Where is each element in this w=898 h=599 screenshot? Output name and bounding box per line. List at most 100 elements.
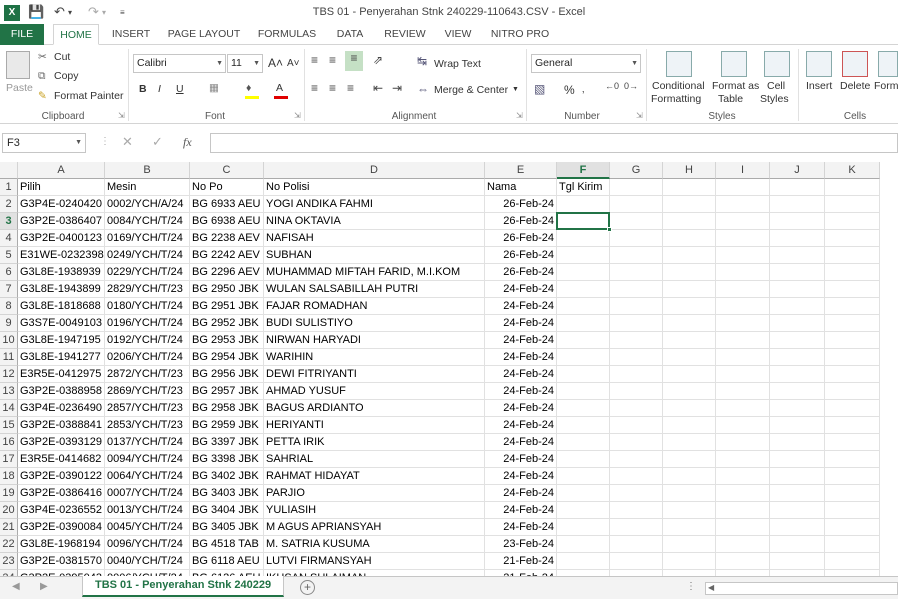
- align-top-icon[interactable]: ≡: [311, 53, 318, 67]
- cell-i3[interactable]: [716, 213, 770, 230]
- cell-b15[interactable]: 2853/YCH/T/23: [105, 417, 190, 434]
- cell-a12[interactable]: E3R5E-0412975: [18, 366, 105, 383]
- cell-e6[interactable]: 26-Feb-24: [485, 264, 557, 281]
- cell-h1[interactable]: [663, 179, 716, 196]
- cell-d22[interactable]: M. SATRIA KUSUMA: [264, 536, 485, 553]
- cell-c7[interactable]: BG 2950 JBK: [190, 281, 264, 298]
- row-header[interactable]: 16: [0, 434, 18, 451]
- cell-e13[interactable]: 24-Feb-24: [485, 383, 557, 400]
- cell-b14[interactable]: 2857/YCH/T/23: [105, 400, 190, 417]
- align-left-icon[interactable]: ≡: [311, 81, 318, 95]
- cell-j20[interactable]: [770, 502, 825, 519]
- cell-b10[interactable]: 0192/YCH/T/24: [105, 332, 190, 349]
- cancel-icon[interactable]: ✕: [122, 134, 133, 150]
- cell-f15[interactable]: [557, 417, 610, 434]
- cell-k18[interactable]: [825, 468, 880, 485]
- align-center-icon[interactable]: ≡: [329, 81, 336, 95]
- cell-f21[interactable]: [557, 519, 610, 536]
- cell-d19[interactable]: PARJIO: [264, 485, 485, 502]
- cell-j9[interactable]: [770, 315, 825, 332]
- insert-function-button[interactable]: fx: [183, 135, 192, 150]
- cell-e4[interactable]: 26-Feb-24: [485, 230, 557, 247]
- cell-h11[interactable]: [663, 349, 716, 366]
- row-header[interactable]: 14: [0, 400, 18, 417]
- format-as-table-line1[interactable]: Format as: [712, 80, 759, 92]
- cell-j8[interactable]: [770, 298, 825, 315]
- cell-k8[interactable]: [825, 298, 880, 315]
- cell-i10[interactable]: [716, 332, 770, 349]
- cell-g6[interactable]: [610, 264, 663, 281]
- cell-d11[interactable]: WARIHIN: [264, 349, 485, 366]
- tab-review[interactable]: REVIEW: [380, 24, 430, 45]
- wrap-text-icon[interactable]: ↹: [417, 54, 427, 68]
- cell-styles-line2[interactable]: Styles: [760, 93, 789, 105]
- cell-b1[interactable]: Mesin: [105, 179, 190, 196]
- cell-g23[interactable]: [610, 553, 663, 570]
- align-middle-icon[interactable]: ≡: [329, 53, 336, 67]
- cell-b12[interactable]: 2872/YCH/T/23: [105, 366, 190, 383]
- column-header-k[interactable]: K: [825, 162, 880, 179]
- cell-e17[interactable]: 24-Feb-24: [485, 451, 557, 468]
- font-name-select[interactable]: Calibri ▼: [133, 54, 226, 73]
- cell-d9[interactable]: BUDI SULISTIYO: [264, 315, 485, 332]
- conditional-button-line2[interactable]: Formatting: [651, 93, 701, 105]
- decrease-decimal-icon[interactable]: 0→: [624, 81, 638, 91]
- column-header-h[interactable]: H: [663, 162, 716, 179]
- cell-d4[interactable]: NAFISAH: [264, 230, 485, 247]
- row-header[interactable]: 11: [0, 349, 18, 366]
- cell-e19[interactable]: 24-Feb-24: [485, 485, 557, 502]
- cell-i15[interactable]: [716, 417, 770, 434]
- cell-h10[interactable]: [663, 332, 716, 349]
- cell-c6[interactable]: BG 2296 AEV: [190, 264, 264, 281]
- cell-c19[interactable]: BG 3403 JBK: [190, 485, 264, 502]
- cell-c15[interactable]: BG 2959 JBK: [190, 417, 264, 434]
- cell-k17[interactable]: [825, 451, 880, 468]
- borders-icon[interactable]: ▦: [209, 82, 219, 94]
- align-bottom-icon[interactable]: ≡: [345, 51, 363, 71]
- cell-i18[interactable]: [716, 468, 770, 485]
- cell-k21[interactable]: [825, 519, 880, 536]
- delete-cells-icon[interactable]: [842, 51, 868, 77]
- cell-h18[interactable]: [663, 468, 716, 485]
- clipboard-launcher-icon[interactable]: ⇲: [118, 111, 125, 120]
- cell-d13[interactable]: AHMAD YUSUF: [264, 383, 485, 400]
- cell-i23[interactable]: [716, 553, 770, 570]
- cell-e22[interactable]: 23-Feb-24: [485, 536, 557, 553]
- cell-i21[interactable]: [716, 519, 770, 536]
- cell-k15[interactable]: [825, 417, 880, 434]
- cell-b7[interactable]: 2829/YCH/T/23: [105, 281, 190, 298]
- row-header[interactable]: 7: [0, 281, 18, 298]
- cell-h12[interactable]: [663, 366, 716, 383]
- cell-i22[interactable]: [716, 536, 770, 553]
- cell-h14[interactable]: [663, 400, 716, 417]
- cell-e1[interactable]: Nama: [485, 179, 557, 196]
- cell-k23[interactable]: [825, 553, 880, 570]
- insert-cells-icon[interactable]: [806, 51, 832, 77]
- cell-f4[interactable]: [557, 230, 610, 247]
- copy-button[interactable]: Copy: [54, 70, 79, 82]
- cell-h13[interactable]: [663, 383, 716, 400]
- cell-b20[interactable]: 0013/YCH/T/24: [105, 502, 190, 519]
- cell-f2[interactable]: [557, 196, 610, 213]
- cell-e21[interactable]: 24-Feb-24: [485, 519, 557, 536]
- cell-f10[interactable]: [557, 332, 610, 349]
- cell-h19[interactable]: [663, 485, 716, 502]
- cell-b17[interactable]: 0094/YCH/T/24: [105, 451, 190, 468]
- tab-insert[interactable]: INSERT: [108, 24, 154, 45]
- cell-b2[interactable]: 0002/YCH/A/24: [105, 196, 190, 213]
- cell-j22[interactable]: [770, 536, 825, 553]
- cell-h7[interactable]: [663, 281, 716, 298]
- cell-g9[interactable]: [610, 315, 663, 332]
- font-size-select[interactable]: 11 ▼: [227, 54, 263, 73]
- underline-button[interactable]: U: [176, 83, 184, 95]
- cell-k20[interactable]: [825, 502, 880, 519]
- cell-e16[interactable]: 24-Feb-24: [485, 434, 557, 451]
- decrease-indent-icon[interactable]: ⇤: [373, 81, 383, 95]
- tab-page-layout[interactable]: PAGE LAYOUT: [164, 24, 244, 45]
- cell-f9[interactable]: [557, 315, 610, 332]
- comma-style-icon[interactable]: ‚: [582, 83, 584, 95]
- cell-k5[interactable]: [825, 247, 880, 264]
- tab-nitro-pro[interactable]: NITRO PRO: [486, 24, 554, 45]
- cell-j4[interactable]: [770, 230, 825, 247]
- cell-c22[interactable]: BG 4518 TAB: [190, 536, 264, 553]
